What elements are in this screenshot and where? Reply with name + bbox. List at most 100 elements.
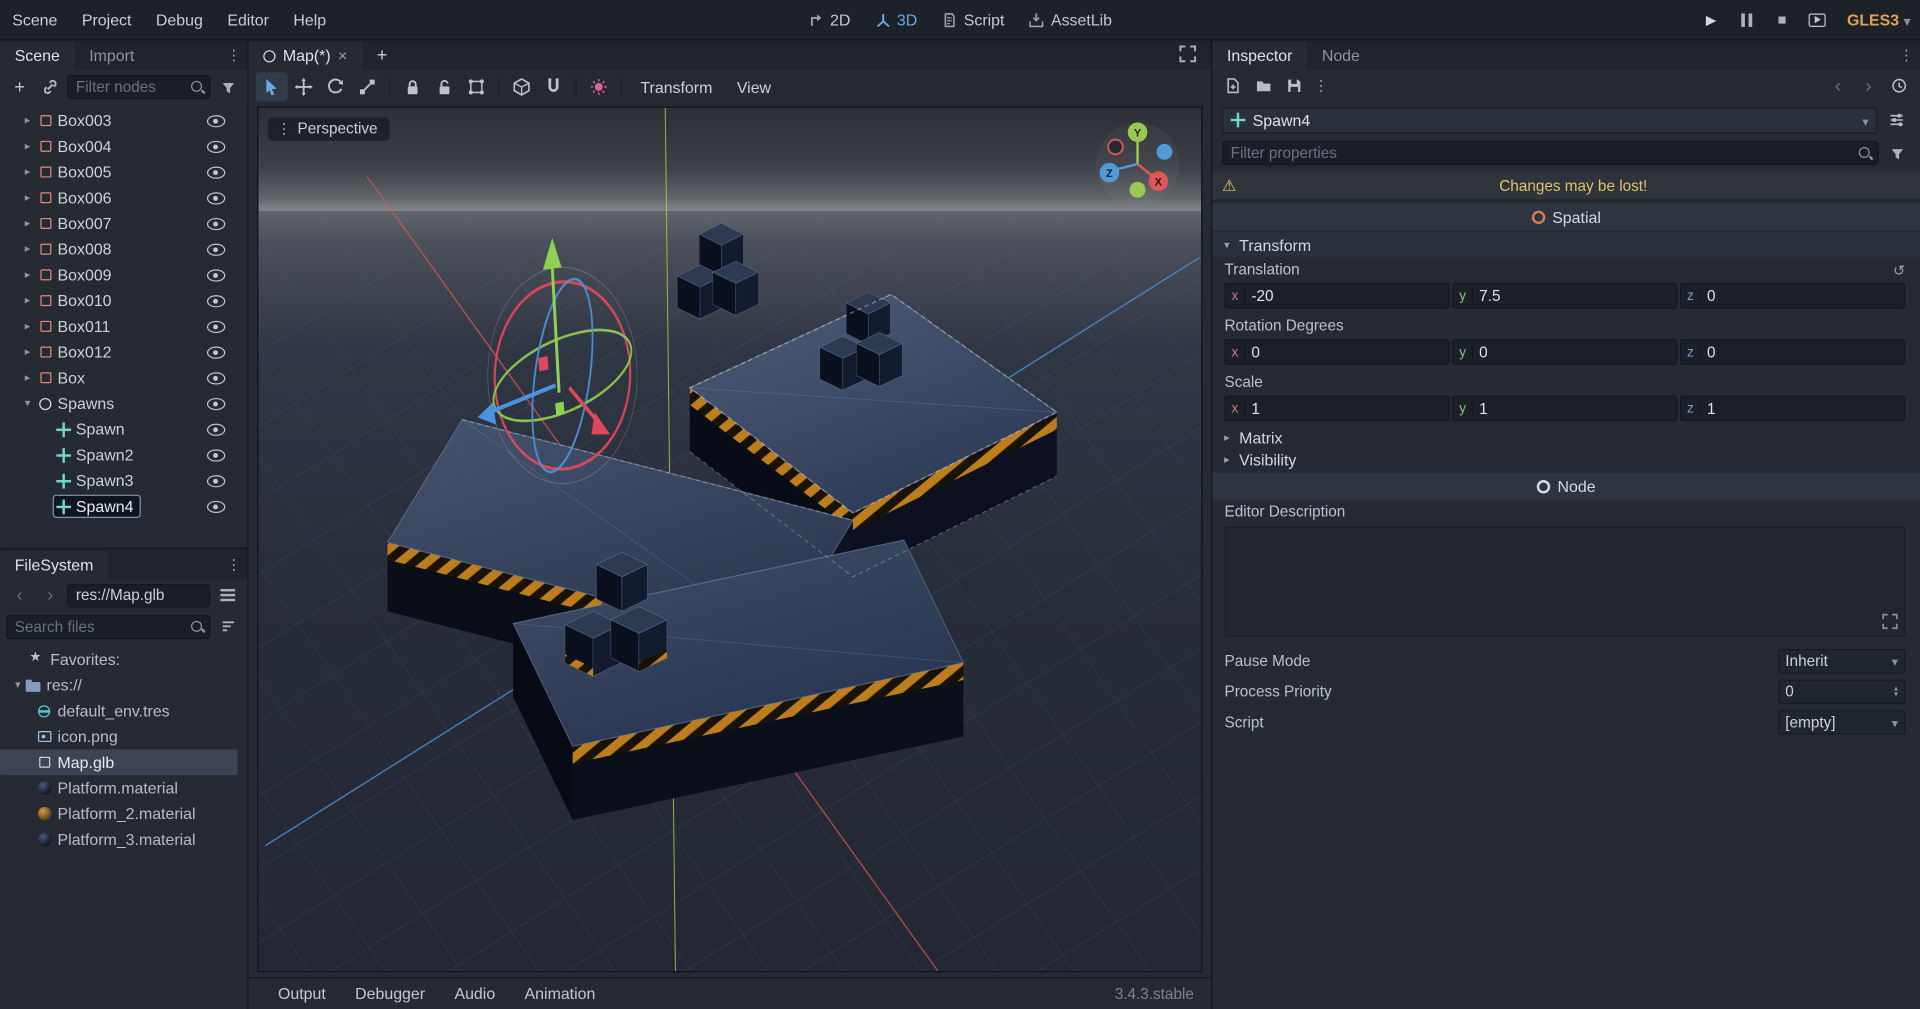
dock-menu-icon[interactable] bbox=[224, 552, 244, 576]
scale-y-field[interactable]: y bbox=[1452, 395, 1678, 422]
scale-x-input[interactable] bbox=[1245, 399, 1449, 417]
scale-tool-button[interactable] bbox=[351, 72, 383, 101]
visibility-eye-icon[interactable] bbox=[206, 217, 226, 230]
distraction-free-button[interactable] bbox=[1174, 42, 1201, 66]
pause-button[interactable] bbox=[1731, 5, 1763, 34]
workspace-script-button[interactable]: Script bbox=[929, 0, 1016, 39]
visibility-eye-icon[interactable] bbox=[206, 500, 226, 513]
process-priority-spinbox[interactable] bbox=[1777, 679, 1906, 705]
viewport-canvas[interactable] bbox=[258, 107, 1202, 972]
rotation-y-input[interactable] bbox=[1473, 343, 1677, 361]
fs-item-platform3-material[interactable]: Platform_3.material bbox=[0, 827, 238, 853]
section-matrix[interactable]: Matrix bbox=[1212, 426, 1920, 448]
scene-node-box011[interactable]: Box011 bbox=[0, 313, 247, 339]
rotation-y-field[interactable]: y bbox=[1452, 339, 1678, 365]
scale-y-input[interactable] bbox=[1473, 399, 1677, 417]
warning-banner[interactable]: Changes may be lost! bbox=[1212, 170, 1920, 201]
scene-node-box[interactable]: Box bbox=[0, 365, 247, 391]
workspace-3d-button[interactable]: 3D bbox=[863, 0, 930, 39]
rotation-x-field[interactable]: x bbox=[1224, 339, 1450, 365]
category-node[interactable]: Node bbox=[1212, 472, 1920, 500]
visibility-eye-icon[interactable] bbox=[206, 165, 226, 179]
menu-project[interactable]: Project bbox=[70, 0, 144, 39]
scene-node-box007[interactable]: Box007 bbox=[0, 211, 247, 237]
expand-arrow-icon[interactable] bbox=[20, 371, 36, 384]
history-forward-button[interactable] bbox=[37, 583, 64, 607]
translation-y-field[interactable]: y bbox=[1452, 282, 1678, 309]
menu-scene[interactable]: Scene bbox=[0, 0, 70, 39]
fs-item-default-env[interactable]: default_env.tres bbox=[0, 698, 238, 724]
rotate-tool-button[interactable] bbox=[320, 72, 352, 101]
fs-item-icon-png[interactable]: icon.png bbox=[0, 724, 238, 750]
toggle-split-mode-button[interactable] bbox=[214, 583, 241, 607]
visibility-eye-icon[interactable] bbox=[206, 397, 226, 410]
transform-menu[interactable]: Transform bbox=[628, 70, 724, 104]
save-resource-button[interactable] bbox=[1281, 73, 1308, 97]
new-resource-button[interactable] bbox=[1220, 73, 1247, 97]
tab-inspector[interactable]: Inspector bbox=[1212, 41, 1308, 70]
play-scene-button[interactable] bbox=[1802, 5, 1834, 34]
current-path-field[interactable]: res://Map.glb bbox=[67, 583, 211, 607]
scene-node-spawns[interactable]: Spawns bbox=[0, 391, 247, 417]
pause-mode-select[interactable]: Inherit bbox=[1777, 648, 1906, 674]
expand-arrow-icon[interactable] bbox=[20, 345, 36, 358]
editor-description-box[interactable] bbox=[1224, 526, 1906, 637]
fs-item-favorites[interactable]: Favorites: bbox=[0, 647, 238, 673]
output-button[interactable]: Output bbox=[266, 984, 338, 1002]
move-tool-button[interactable] bbox=[288, 72, 320, 101]
visibility-eye-icon[interactable] bbox=[206, 243, 226, 256]
history-button[interactable] bbox=[1886, 73, 1913, 97]
history-back-button[interactable] bbox=[6, 583, 33, 607]
animation-button[interactable]: Animation bbox=[512, 984, 607, 1002]
stepper-icon[interactable] bbox=[1894, 686, 1898, 698]
scene-node-box008[interactable]: Box008 bbox=[0, 236, 247, 262]
expand-icon[interactable] bbox=[1882, 613, 1898, 630]
scale-z-field[interactable]: z bbox=[1680, 395, 1906, 422]
rotation-z-field[interactable]: z bbox=[1680, 339, 1906, 365]
visibility-eye-icon[interactable] bbox=[206, 474, 226, 487]
snap-button[interactable] bbox=[538, 72, 570, 101]
tab-filesystem[interactable]: FileSystem bbox=[0, 551, 109, 580]
expand-arrow-icon[interactable] bbox=[20, 268, 36, 281]
scene-node-box005[interactable]: Box005 bbox=[0, 159, 247, 185]
local-space-button[interactable] bbox=[506, 72, 538, 101]
visibility-eye-icon[interactable] bbox=[206, 294, 226, 307]
history-back-button[interactable] bbox=[1824, 73, 1851, 97]
navigation-gizmo[interactable]: Y X Z bbox=[1091, 115, 1184, 208]
section-transform[interactable]: Transform bbox=[1212, 232, 1920, 258]
visibility-eye-icon[interactable] bbox=[206, 114, 226, 127]
node-name-field[interactable]: Spawn4 bbox=[1222, 107, 1878, 133]
visibility-eye-icon[interactable] bbox=[206, 448, 226, 462]
menu-debug[interactable]: Debug bbox=[144, 0, 215, 39]
unlock-button[interactable] bbox=[429, 72, 461, 101]
audio-button[interactable]: Audio bbox=[442, 984, 507, 1002]
scene-node-spawn2[interactable]: Spawn2 bbox=[0, 442, 247, 468]
scale-z-input[interactable] bbox=[1700, 399, 1905, 417]
property-filter-options-button[interactable] bbox=[1883, 141, 1910, 165]
tab-import[interactable]: Import bbox=[75, 42, 150, 70]
load-resource-button[interactable] bbox=[1250, 73, 1277, 97]
play-button[interactable] bbox=[1695, 5, 1727, 34]
dock-menu-icon[interactable] bbox=[224, 43, 244, 67]
scene-node-box003[interactable]: Box003 bbox=[0, 108, 247, 134]
scene-node-box009[interactable]: Box009 bbox=[0, 262, 247, 288]
visibility-eye-icon[interactable] bbox=[206, 345, 226, 359]
scene-tab-map[interactable]: Map(*) bbox=[248, 41, 362, 70]
expand-arrow-icon[interactable] bbox=[20, 165, 36, 178]
process-priority-input[interactable] bbox=[1785, 683, 1891, 701]
filter-options-button[interactable] bbox=[214, 75, 241, 99]
axis-neg-x-ball[interactable] bbox=[1107, 138, 1124, 156]
translation-x-input[interactable] bbox=[1245, 287, 1449, 305]
group-button[interactable] bbox=[460, 72, 492, 101]
visibility-eye-icon[interactable] bbox=[206, 191, 226, 204]
translation-z-field[interactable]: z bbox=[1680, 282, 1906, 309]
new-scene-tab-button[interactable] bbox=[362, 42, 402, 70]
visibility-eye-icon[interactable] bbox=[206, 371, 226, 384]
node-tools-button[interactable] bbox=[1883, 108, 1910, 132]
workspace-2d-button[interactable]: 2D bbox=[796, 0, 863, 39]
scene-node-spawn[interactable]: Spawn bbox=[0, 416, 247, 442]
scene-node-box004[interactable]: Box004 bbox=[0, 133, 247, 159]
history-forward-button[interactable] bbox=[1855, 73, 1882, 97]
scene-node-spawn4[interactable]: Spawn4 bbox=[0, 493, 247, 519]
visibility-eye-icon[interactable] bbox=[206, 140, 226, 153]
